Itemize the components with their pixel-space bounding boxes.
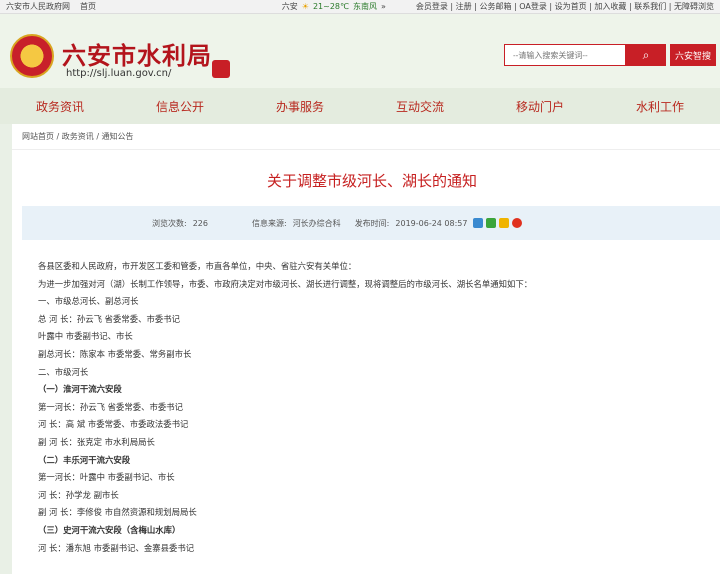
body-line: 第一河长：孙云飞 省委常委、市委书记: [38, 401, 184, 412]
search-icon: ⌕: [642, 47, 650, 62]
gov-link[interactable]: 六安市人民政府网: [6, 1, 70, 12]
search-box: ⌕: [504, 44, 666, 66]
national-emblem-icon: [10, 34, 54, 78]
body-line: 二、市级河长: [38, 366, 89, 377]
share-weibo-icon[interactable]: [512, 218, 523, 228]
nav-item[interactable]: 水利工作: [612, 98, 708, 115]
search-input[interactable]: [504, 44, 626, 66]
top-bar: 六安市人民政府网 首页 六安 ☀ 21~28℃ 东南风» 会员登录 | 注册 | 公务邮…: [0, 0, 720, 14]
sun-icon: ☀: [301, 2, 309, 11]
breadcrumb[interactable]: 网站首页 / 政务资讯 / 通知公告: [12, 124, 720, 150]
nav-item[interactable]: 政务资讯: [12, 98, 108, 115]
smart-search-button[interactable]: 六安智搜: [670, 44, 716, 66]
body-line: 总 河 长：孙云飞 省委常委、市委书记: [38, 313, 180, 324]
share-qzone-icon[interactable]: [473, 218, 484, 228]
nav-item[interactable]: 办事服务: [252, 98, 348, 115]
body-line: 副 河 长：李修俊 市自然资源和规划局局长: [38, 507, 197, 518]
body-line: 各县区委和人民政府，市开发区工委和管委，市直各单位，中央、省驻六安有关单位：: [38, 261, 357, 271]
home-link[interactable]: 首页: [80, 1, 96, 12]
article-title: 关于调整市级河长、湖长的通知: [266, 172, 477, 190]
body-line: 副总河长：陈家本 市委常委、常务副市长: [38, 348, 192, 359]
content-panel: 网站首页 / 政务资讯 / 通知公告 关于调整市级河长、湖长的通知 浏览次数: 2…: [12, 124, 720, 574]
header: 六安市水利局 http://slj.luan.gov.cn/ ⌕ 六安智搜: [0, 14, 720, 88]
body-line: （二）丰乐河干流六安段: [38, 454, 131, 465]
body-line: 副 河 长：张克定 市水利局局长: [38, 436, 155, 447]
top-links[interactable]: 会员登录 | 注册 | 公务邮箱 | OA登录 | 设为首页 | 加入收藏 | …: [416, 1, 714, 12]
main-nav: 政务资讯 信息公开 办事服务 互动交流 移动门户 水利工作: [0, 88, 720, 124]
search-button[interactable]: ⌕: [626, 44, 666, 66]
body-line: 第一河长：叶露中 市委副书记、市长: [38, 472, 175, 483]
body-line: （一）淮河干流六安段: [38, 384, 122, 395]
nav-item[interactable]: 移动门户: [492, 98, 588, 115]
body-line: 叶露中 市委副书记、市长: [38, 331, 133, 342]
body-line: 为进一步加强对河（湖）长制工作领导，市委、市政府决定对市级河长、湖长进行调整，现…: [38, 278, 533, 289]
site-title: 六安市水利局: [62, 41, 212, 70]
share-wechat-icon[interactable]: [486, 218, 497, 228]
body-line: 一、市级总河长、副总河长: [38, 296, 139, 307]
site-url: http://slj.luan.gov.cn/: [66, 68, 172, 79]
star-icon[interactable]: [499, 218, 510, 228]
weather: 六安 ☀ 21~28℃ 东南风»: [281, 2, 386, 11]
nav-item[interactable]: 信息公开: [132, 98, 228, 115]
body-line: 河 长：潘东旭 市委副书记、金寨县委书记: [38, 542, 195, 553]
body-line: （三）史河干流六安段（含梅山水库）: [38, 524, 181, 535]
article-meta: 浏览次数: 226 信息来源: 河长办综合科 发布时间: 2019-06-24 08:…: [22, 206, 720, 240]
nav-item[interactable]: 互动交流: [372, 98, 468, 115]
seal-icon: [212, 60, 230, 78]
body-line: 河 长：孙学龙 副市长: [38, 489, 119, 500]
body-line: 河 长：高 斌 市委常委、市委政法委书记: [38, 419, 189, 430]
article-body: 各县区委和人民政府，市开发区工委和管委，市直各单位，中央、省驻六安有关单位： 为进…: [12, 240, 720, 557]
